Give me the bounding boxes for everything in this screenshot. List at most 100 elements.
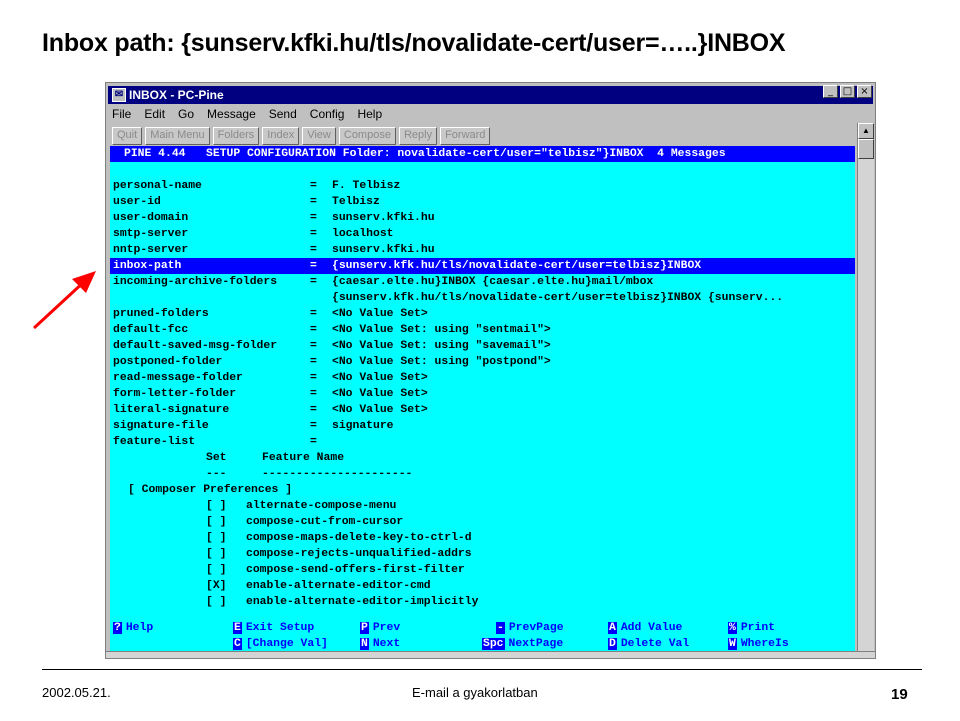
folders-button[interactable]: Folders <box>212 127 260 145</box>
feature-checkbox[interactable]: [ ] <box>206 514 227 530</box>
scroll-thumb[interactable] <box>858 139 874 159</box>
setting-key: nntp-server <box>113 244 189 256</box>
setting-row[interactable]: user-domain = sunserv.kfki.hu <box>110 210 855 226</box>
feature-checkbox[interactable]: [ ] <box>206 530 227 546</box>
help-key[interactable]: ? Help <box>113 622 153 634</box>
setting-row[interactable]: smtp-server = localhost <box>110 226 855 242</box>
setting-row[interactable]: user-id = Telbisz <box>110 194 855 210</box>
feature-row[interactable]: [ ] compose-maps-delete-key-to-ctrl-d <box>110 530 855 546</box>
forward-button[interactable]: Forward <box>440 127 491 145</box>
next-key[interactable]: N Next <box>360 638 400 650</box>
setting-equals: = <box>310 244 317 256</box>
setting-value: <No Value Set: using "sentmail"> <box>332 324 551 336</box>
prevpage-key-label: PrevPage <box>508 622 564 634</box>
setting-value: <No Value Set: using "savemail"> <box>332 340 551 352</box>
whereis-key-label: WhereIs <box>740 638 789 650</box>
setting-key: form-letter-folder <box>113 388 237 400</box>
view-button[interactable]: View <box>302 127 336 145</box>
feature-row[interactable]: [ ] compose-send-offers-first-filter <box>110 562 855 578</box>
setting-value: signature <box>332 420 394 432</box>
pine-window: ✉ INBOX - PC-Pine _ □ × File Edit Go Mes… <box>105 82 876 659</box>
setting-row[interactable]: incoming-archive-folders = {caesar.elte.hu… <box>110 274 855 290</box>
add-value-key[interactable]: A Add Value <box>608 622 682 634</box>
setting-row[interactable]: pruned-folders = <No Value Set> <box>110 306 855 322</box>
setting-row[interactable]: feature-list = <box>110 434 855 450</box>
status-header: PINE 4.44 SETUP CONFIGURATION Folder: no… <box>110 146 855 162</box>
setting-key: read-message-folder <box>113 372 243 384</box>
help-key-label: Help <box>125 622 154 634</box>
setting-row[interactable]: literal-signature = <No Value Set> <box>110 402 855 418</box>
feature-name: compose-maps-delete-key-to-ctrl-d <box>246 532 472 544</box>
menu-file[interactable]: File <box>112 107 131 125</box>
setting-row[interactable]: nntp-server = sunserv.kfki.hu <box>110 242 855 258</box>
setting-equals: = <box>310 180 317 192</box>
menu-send[interactable]: Send <box>269 107 297 125</box>
feature-checkbox[interactable]: [ ] <box>206 546 227 562</box>
feature-row[interactable]: [X] enable-alternate-editor-cmd <box>110 578 855 594</box>
feature-group-label: [ Composer Preferences ] <box>110 482 855 498</box>
setting-row[interactable]: read-message-folder = <No Value Set> <box>110 370 855 386</box>
compose-button[interactable]: Compose <box>338 127 396 145</box>
setting-row-inbox-path[interactable]: inbox-path = {sunserv.kfk.hu/tls/novalidat… <box>110 258 855 274</box>
quit-button[interactable]: Quit <box>112 127 143 145</box>
feature-row[interactable]: [ ] compose-rejects-unqualified-addrs <box>110 546 855 562</box>
setting-equals: = <box>310 436 317 448</box>
main-menu-button[interactable]: Main Menu <box>145 127 210 145</box>
menu-go[interactable]: Go <box>178 107 194 125</box>
setting-key: personal-name <box>113 180 202 192</box>
setting-row[interactable]: default-saved-msg-folder = <No Value Set: … <box>110 338 855 354</box>
print-key[interactable]: % Print <box>728 622 775 634</box>
help-key-letter: ? <box>113 622 122 634</box>
feature-group-text: [ Composer Preferences ] <box>128 484 293 496</box>
setting-key: postponed-folder <box>113 356 223 368</box>
feature-checkbox[interactable]: [X] <box>206 578 227 594</box>
vertical-scrollbar[interactable]: ▲ <box>857 123 874 653</box>
scroll-up-icon[interactable]: ▲ <box>858 123 874 139</box>
feature-name: enable-alternate-editor-cmd <box>246 580 431 592</box>
setting-key: inbox-path <box>113 260 182 272</box>
setting-key: user-domain <box>113 212 189 224</box>
feature-checkbox[interactable]: [ ] <box>206 594 227 610</box>
toolbar: Quit Main Menu Folders Index View Compos… <box>112 127 491 145</box>
delete-val-key[interactable]: D Delete Val <box>608 638 689 650</box>
index-button[interactable]: Index <box>262 127 300 145</box>
setting-row[interactable]: form-letter-folder = <No Value Set> <box>110 386 855 402</box>
menu-help[interactable]: Help <box>357 107 382 125</box>
exit-setup-key[interactable]: E Exit Setup <box>233 622 314 634</box>
window-titlebar[interactable]: ✉ INBOX - PC-Pine <box>108 86 873 104</box>
nextpage-key-label: NextPage <box>508 638 564 650</box>
feature-row[interactable]: [ ] alternate-compose-menu <box>110 498 855 514</box>
feature-row[interactable]: [ ] compose-cut-from-cursor <box>110 514 855 530</box>
setting-value: {sunserv.kfk.hu/tls/novalidate-cert/user… <box>332 260 702 272</box>
whereis-key[interactable]: W WhereIs <box>728 638 789 650</box>
feature-checkbox[interactable]: [ ] <box>206 498 227 514</box>
menu-message[interactable]: Message <box>207 107 256 125</box>
setting-value: <No Value Set> <box>332 388 428 400</box>
close-icon[interactable]: × <box>857 85 872 98</box>
menu-config[interactable]: Config <box>310 107 345 125</box>
change-val-key[interactable]: C [Change Val] <box>233 638 328 650</box>
nextpage-key[interactable]: Spc NextPage <box>482 638 563 650</box>
add-key-letter: A <box>608 622 617 634</box>
setting-key: literal-signature <box>113 404 230 416</box>
setting-value: <No Value Set> <box>332 308 428 320</box>
setting-row[interactable]: personal-name = F. Telbisz <box>110 178 855 194</box>
setting-key: default-saved-msg-folder <box>113 340 278 352</box>
setting-row[interactable]: signature-file = signature <box>110 418 855 434</box>
prev-key-letter: P <box>360 622 369 634</box>
setting-equals: = <box>310 228 317 240</box>
feature-row[interactable]: [ ] enable-alternate-editor-implicitly <box>110 594 855 610</box>
setting-row[interactable]: postponed-folder = <No Value Set: using "p… <box>110 354 855 370</box>
prev-key[interactable]: P Prev <box>360 622 400 634</box>
pine-app-icon[interactable]: ✉ <box>112 88 126 102</box>
setting-row-continuation[interactable]: {sunserv.kfk.hu/tls/novalidate-cert/user… <box>110 290 855 306</box>
reply-button[interactable]: Reply <box>398 127 438 145</box>
setting-row[interactable]: default-fcc = <No Value Set: using "sentma… <box>110 322 855 338</box>
maximize-icon[interactable]: □ <box>840 85 855 98</box>
horizontal-scrollbar[interactable] <box>106 651 875 658</box>
menu-edit[interactable]: Edit <box>144 107 165 125</box>
prevpage-key[interactable]: - PrevPage <box>496 622 564 634</box>
next-key-label: Next <box>372 638 401 650</box>
feature-checkbox[interactable]: [ ] <box>206 562 227 578</box>
minimize-icon[interactable]: _ <box>823 85 838 98</box>
